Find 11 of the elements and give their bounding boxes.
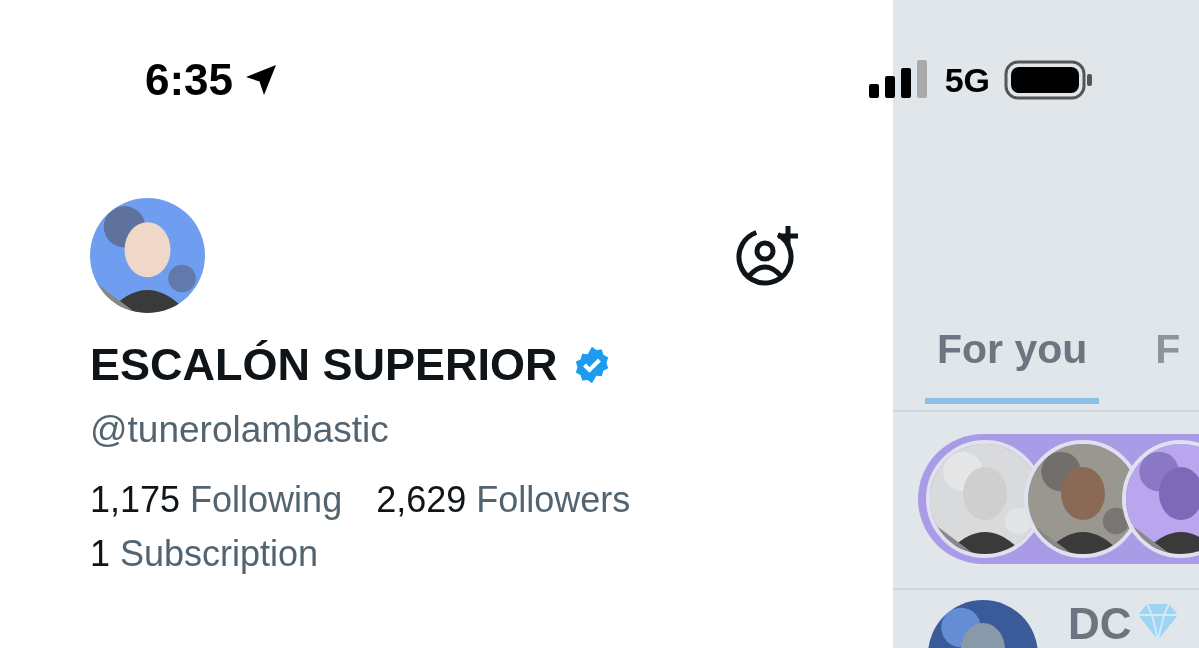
stat-link[interactable]: 2,629 Followers bbox=[376, 479, 631, 521]
post-author: DC bbox=[1068, 602, 1132, 646]
clock-time: 6:35 bbox=[145, 55, 234, 105]
stat-link[interactable]: 1 Subscription bbox=[90, 533, 319, 575]
user-handle: @tunerolambastic bbox=[90, 409, 390, 451]
display-name: ESCALÓN SUPERIOR bbox=[90, 339, 558, 391]
network-label: 5G bbox=[944, 60, 990, 100]
diamond-icon bbox=[1135, 602, 1180, 642]
feed-tab[interactable]: For you bbox=[925, 322, 1100, 404]
stat-link[interactable]: 1,175 Following bbox=[90, 479, 343, 521]
battery-icon bbox=[1004, 60, 1094, 100]
